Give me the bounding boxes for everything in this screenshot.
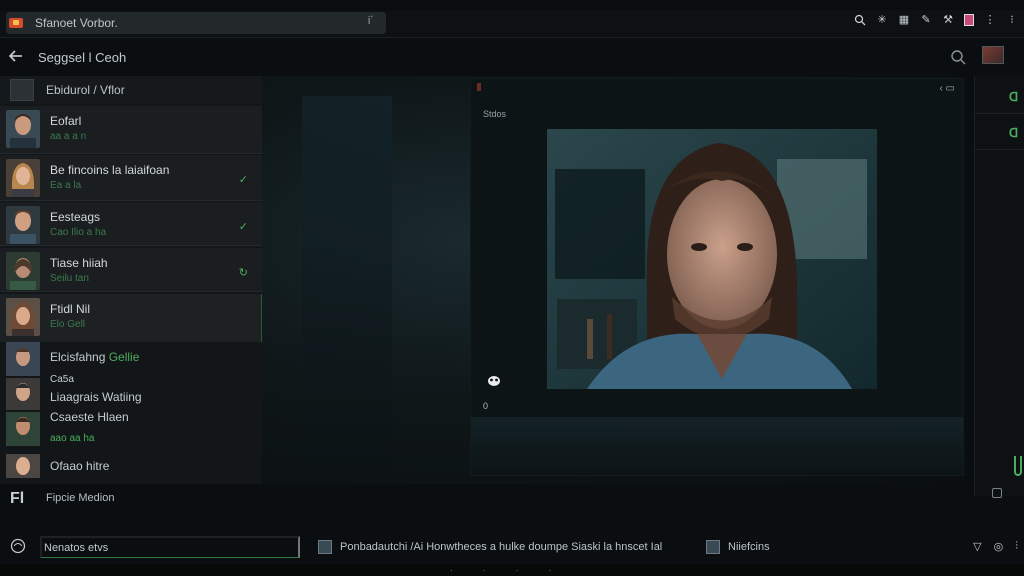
bottom-bar: Ponbadautchi /Ai Honwtheces a hulke doum… <box>0 532 1024 564</box>
contact-name: Eofarl <box>50 114 82 128</box>
back-arrow-icon[interactable] <box>8 48 24 64</box>
refresh-icon: ↻ <box>238 267 248 279</box>
menu-icon[interactable]: ⋮ <box>984 14 996 26</box>
avatar <box>6 159 40 197</box>
video-frame[interactable] <box>547 129 877 389</box>
video-reflection <box>471 417 963 475</box>
green-glyph-icon: ᗡ <box>1009 126 1019 140</box>
avatar <box>6 206 40 244</box>
avatar <box>6 252 40 290</box>
bottom-right-icons: ▽ ◎ ⫶ <box>973 540 1018 553</box>
video-panel: ‹ ▭ Stdos 0 <box>470 78 964 476</box>
scroll-indicator[interactable] <box>1014 456 1022 476</box>
attachment-chip[interactable]: Ponbadautchi /Ai Honwtheces a hulke doum… <box>318 538 662 556</box>
contact-status: Seilu tan <box>50 273 89 284</box>
window-top-strip <box>0 0 1024 10</box>
list-item[interactable]: Ca5a <box>50 374 74 385</box>
green-glyph-icon: ᗡ <box>1009 90 1019 104</box>
image-icon <box>318 540 332 554</box>
window-controls-icon[interactable]: ‹ ▭ <box>939 83 955 94</box>
folder-icon <box>10 79 34 101</box>
profile-icon[interactable] <box>964 14 974 26</box>
footer-label: Fipcie Medion <box>46 492 115 504</box>
fl-logo-icon: Fl <box>10 490 25 507</box>
check-icon: ✓ <box>238 221 248 233</box>
pin-icon[interactable]: ✎ <box>920 14 932 26</box>
tab-close-icon[interactable]: i´ <box>368 15 374 27</box>
sidebar-header-label: Ebidurol / Vflor <box>46 83 125 97</box>
contact-item[interactable]: Tiase hiiah Seilu tan ↻ <box>0 248 262 292</box>
wrench-icon[interactable]: ⚒ <box>942 14 954 26</box>
right-panel-item[interactable]: ᗡ <box>975 116 1024 150</box>
more-icon[interactable]: ⁝ <box>1006 14 1018 26</box>
contacts-sidebar: Ebidurol / Vflor Eofarl aa a a n Be finc… <box>0 76 262 484</box>
browser-tab[interactable]: Sfanoet Vorbor. i´ <box>6 12 386 34</box>
globe-icon[interactable] <box>10 538 26 554</box>
video-counter: 0 <box>483 401 489 411</box>
contact-name: Ftidl Nil <box>50 302 91 316</box>
avatar-stack <box>6 342 40 478</box>
settings-icon[interactable]: ◎ <box>994 540 1004 553</box>
list-item[interactable]: Liaagrais Watiing <box>50 390 142 404</box>
star-icon[interactable]: ✳ <box>876 14 888 26</box>
list-item[interactable]: aao aa ha <box>50 433 95 444</box>
search-icon[interactable] <box>854 14 866 26</box>
message-input[interactable] <box>40 536 300 558</box>
contact-name: Tiase hiiah <box>50 256 108 270</box>
contact-item[interactable]: Eesteags Cao Ilio a ha ✓ <box>0 202 262 246</box>
list-item-accent: Gellie <box>108 350 140 364</box>
attachment-chip-label: Niiefcins <box>728 541 770 553</box>
toolbar-icons: ✳ ▦ ✎ ⚒ ⋮ ⁝ <box>854 14 1018 26</box>
attachment-chip-label: Ponbadautchi /Ai Honwtheces a hulke doum… <box>340 541 663 553</box>
right-panel-item[interactable]: ᗡ <box>975 80 1024 114</box>
sidebar-header[interactable]: Ebidurol / Vflor <box>0 76 262 104</box>
contact-status: aa a a n <box>50 131 87 142</box>
tab-title: Sfanoet Vorbor. <box>35 16 118 30</box>
contact-item[interactable]: Eofarl aa a a n <box>0 106 262 154</box>
chart-icon[interactable]: ⫶ <box>1015 540 1018 553</box>
checkbox-icon[interactable] <box>992 488 1002 498</box>
contact-item-active[interactable]: Ftidl Nil Elo Gell <box>0 294 262 342</box>
page-header: Seggsel l Ceoh <box>0 38 1024 76</box>
grid-icon[interactable]: ▦ <box>898 14 910 26</box>
search-icon[interactable] <box>950 49 966 65</box>
panda-icon[interactable] <box>487 375 501 387</box>
avatar[interactable] <box>982 46 1004 64</box>
list-item[interactable]: Csaeste Hlaen <box>50 410 129 424</box>
participant-video <box>547 129 877 389</box>
filter-icon[interactable]: ▽ <box>973 540 981 553</box>
list-item[interactable]: Ofaao hitre <box>50 459 109 473</box>
list-item[interactable]: Elcisfahng Gellie <box>50 350 139 364</box>
contact-status: Cao Ilio a ha <box>50 227 107 238</box>
check-icon: ✓ <box>238 174 248 186</box>
contact-name: Be fincoins la laiaifoan <box>50 163 170 177</box>
file-icon <box>706 540 720 554</box>
avatar <box>6 110 40 148</box>
sidebar-footer[interactable]: Fl Fipcie Medion <box>0 484 262 514</box>
avatar <box>6 298 40 336</box>
page-title: Seggsel l Ceoh <box>38 50 127 65</box>
app-logo-icon <box>9 18 23 28</box>
contact-status: Elo Gell <box>50 319 86 330</box>
list-item-label: Elcisfahng <box>50 350 109 364</box>
contact-item[interactable]: Be fincoins la laiaifoan Ea a la ✓ <box>0 155 262 201</box>
pager-dots: · · · · <box>450 566 566 575</box>
contact-status: Ea a la <box>50 180 82 191</box>
video-panel-topbar: ‹ ▭ <box>471 79 963 97</box>
record-indicator-icon <box>477 83 481 91</box>
contact-name: Eesteags <box>50 210 101 224</box>
right-panel: ᗡ ᗡ <box>974 76 1024 496</box>
video-label: Stdos <box>483 109 507 119</box>
attachment-chip[interactable]: Niiefcins <box>706 538 770 556</box>
